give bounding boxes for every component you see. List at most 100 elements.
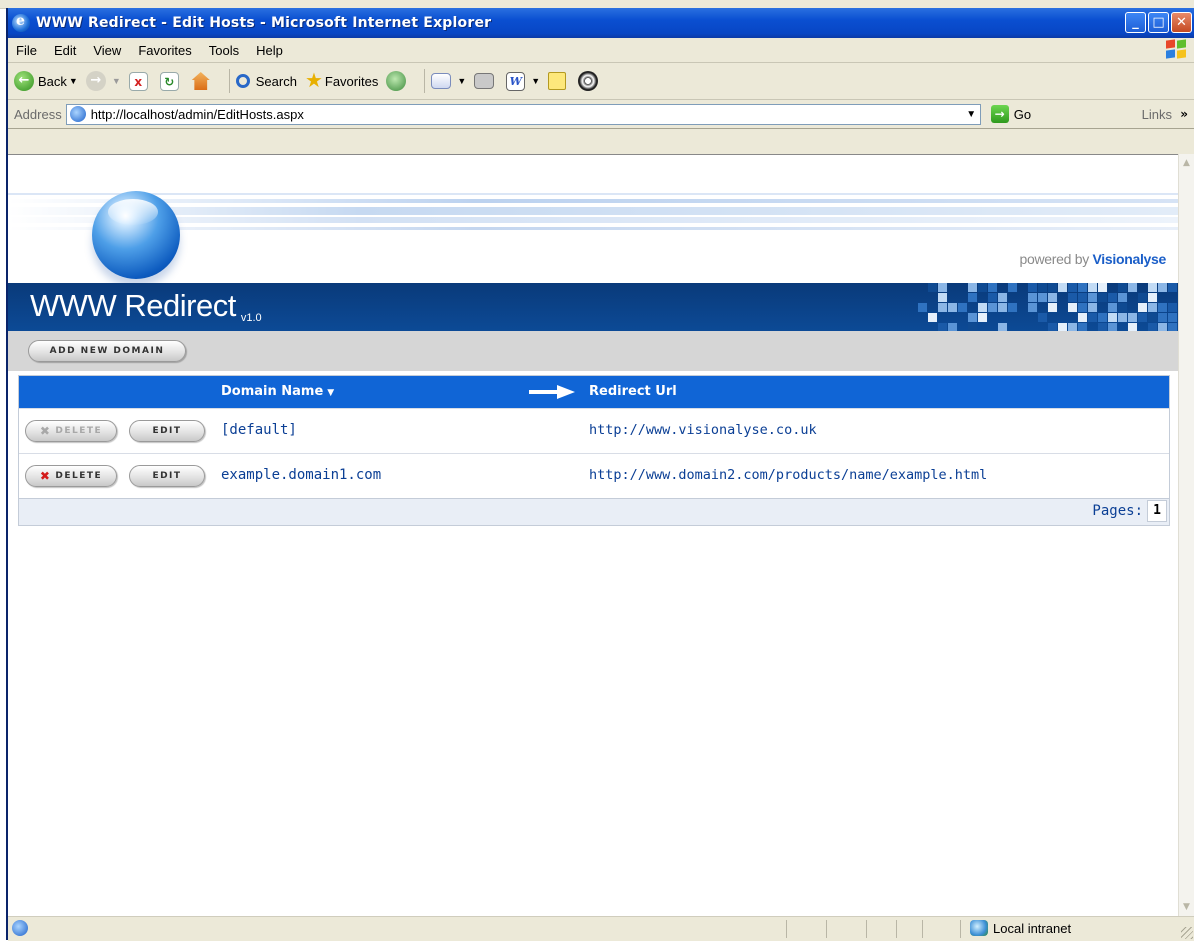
header-stripe [8,193,1178,195]
edit-button[interactable]: EDIT [129,420,205,442]
header-stripe [8,227,1178,230]
home-button[interactable] [191,71,215,91]
sort-down-icon: ▼ [327,388,335,398]
note-icon [548,72,567,90]
browser-window: WWW Redirect - Edit Hosts - Microsoft In… [6,8,1194,941]
header-stripe [8,207,1178,215]
delete-label: DELETE [55,471,103,481]
scroll-down-icon[interactable]: ▼ [1183,902,1190,912]
refresh-button[interactable]: ↻ [159,71,183,91]
go-button[interactable]: → Go [990,105,1031,123]
edit-in-word-button[interactable]: W ▼ [506,71,540,91]
minimize-button[interactable]: _ [1125,12,1146,33]
brand-banner: WWW Redirect v1.0 [8,283,1178,331]
windows-logo-icon [1166,39,1188,60]
menu-bar: File Edit View Favorites Tools Help [8,38,1194,63]
column-header-domain[interactable]: Domain Name ▼ [221,384,334,399]
status-divider [896,920,897,938]
status-bar: Local intranet [8,916,1194,941]
redirect-url-cell: http://www.visionalyse.co.uk [589,422,817,438]
banner-mosaic-image [918,283,1178,331]
chevron-down-icon[interactable]: ▼ [531,76,540,86]
print-button[interactable] [474,73,498,89]
delete-label: DELETE [55,426,103,436]
favorites-button[interactable]: ★ Favorites [305,71,378,91]
chevron-down-icon[interactable]: ▼ [69,76,78,86]
search-icon [235,74,250,88]
logo-orb-highlight [108,199,158,225]
toolbar-divider [228,69,230,93]
notes-button[interactable] [548,72,570,90]
links-button[interactable]: Links [1142,107,1172,122]
close-button[interactable]: ✕ [1171,12,1192,33]
app-version: v1.0 [240,312,262,324]
powered-by-brand: Visionalyse [1092,251,1167,267]
scroll-up-icon[interactable]: ▲ [1183,158,1190,168]
menu-edit[interactable]: Edit [54,43,76,58]
window-controls: _ □ ✕ [1125,12,1192,33]
title-bar: WWW Redirect - Edit Hosts - Microsoft In… [8,8,1194,38]
domain-cell: [default] [221,422,297,438]
address-bar: Address http://localhost/admin/EditHosts… [8,100,1194,129]
back-arrow-icon: ← [14,71,34,91]
pager-label: Pages: [1092,503,1143,519]
chevron-right-icon[interactable]: » [1180,107,1188,121]
address-label: Address [14,106,62,122]
back-label: Back [38,73,67,89]
chevron-down-icon[interactable]: ▼ [963,105,980,124]
redirect-url-cell: http://www.domain2.com/products/name/exa… [589,467,988,483]
go-arrow-icon: → [990,105,1009,123]
menu-help[interactable]: Help [256,43,283,58]
menu-tools[interactable]: Tools [209,43,239,58]
toolbar-divider [424,69,426,93]
column-header-redirect: Redirect Url [589,384,677,399]
print-icon [474,73,495,89]
internet-explorer-icon[interactable] [12,13,30,32]
add-new-domain-button[interactable]: ADD NEW DOMAIN [28,340,186,362]
chevron-down-icon[interactable]: ▼ [457,76,466,86]
forward-button[interactable]: → ▼ [85,71,121,91]
vertical-scrollbar[interactable]: ▲ ▼ [1178,154,1194,916]
back-button[interactable]: ← Back ▼ [14,71,78,91]
intranet-zone-icon [970,920,988,936]
status-divider [866,920,867,938]
refresh-icon: ↻ [159,71,179,91]
page-status-icon [12,920,28,936]
star-icon: ★ [304,70,323,92]
address-input[interactable]: http://localhost/admin/EditHosts.aspx ▼ [65,103,981,125]
pager-current-page[interactable]: 1 [1147,500,1167,522]
redirect-arrow-icon [529,385,575,399]
resize-grip[interactable] [1181,927,1193,939]
page-viewport: powered by Visionalyse WWW Redirect v1.0… [8,154,1178,917]
media-button[interactable] [386,71,410,91]
hosts-grid: Domain Name ▼ Redirect Url ✖ DELETE EDIT [… [18,375,1170,526]
favorites-label: Favorites [324,73,379,89]
header-stripe [8,199,1178,203]
delete-x-icon: ✖ [39,424,52,438]
maximize-button[interactable]: □ [1148,12,1169,33]
site-header: powered by Visionalyse [8,155,1178,283]
menu-favorites[interactable]: Favorites [138,43,191,58]
home-icon [191,72,210,90]
status-divider [786,920,787,938]
mail-icon [431,73,452,89]
word-icon: W [506,71,526,91]
edit-button[interactable]: EDIT [129,465,205,487]
mail-button[interactable]: ▼ [431,73,466,89]
address-value[interactable]: http://localhost/admin/EditHosts.aspx [91,107,963,122]
stop-button[interactable]: x [128,71,152,91]
search-button[interactable]: Search [235,74,297,89]
messenger-icon [578,71,599,91]
delete-button: ✖ DELETE [25,420,117,442]
security-zone-label: Local intranet [993,921,1072,936]
status-divider [922,920,923,938]
powered-by-prefix: powered by [1019,251,1090,267]
forward-arrow-icon: → [85,71,106,91]
window-title: WWW Redirect - Edit Hosts - Microsoft In… [36,15,492,31]
chevron-down-icon[interactable]: ▼ [112,76,121,86]
messenger-button[interactable] [578,71,602,91]
menu-view[interactable]: View [93,43,121,58]
menu-file[interactable]: File [16,43,37,58]
powered-by-credit: powered by Visionalyse [1019,251,1167,267]
delete-button[interactable]: ✖ DELETE [25,465,117,487]
